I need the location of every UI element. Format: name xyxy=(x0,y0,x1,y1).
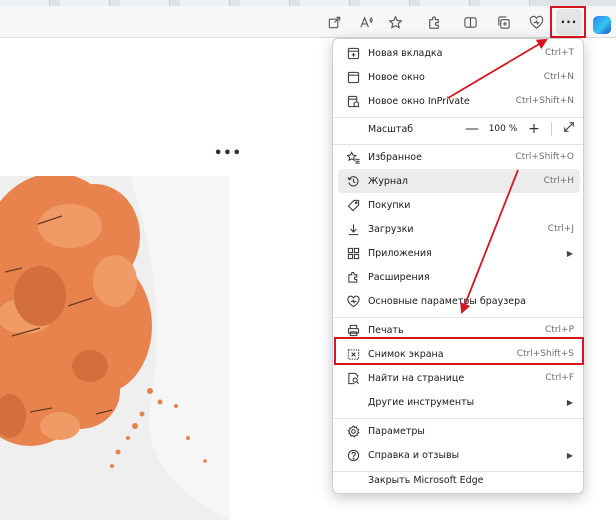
zoom-controls: — 100 % + xyxy=(461,117,580,141)
content-photo xyxy=(0,176,230,520)
new-window-icon xyxy=(338,71,368,84)
zoom-in-button[interactable]: + xyxy=(523,121,545,137)
submenu-arrow-icon: ▶ xyxy=(566,397,573,407)
copilot-icon[interactable] xyxy=(593,16,611,34)
menu-item-browser-essentials[interactable]: Основные параметры браузера xyxy=(338,289,580,313)
extensions-icon xyxy=(338,271,368,284)
favorite-star-icon[interactable] xyxy=(385,12,405,32)
zoom-out-button[interactable]: — xyxy=(461,121,483,137)
menu-item-more-tools[interactable]: Другие инструменты ▶ xyxy=(338,390,580,414)
help-icon xyxy=(338,449,368,462)
shopping-tag-icon xyxy=(338,199,368,212)
printer-icon xyxy=(338,324,368,337)
download-icon xyxy=(338,223,368,236)
menu-item-settings[interactable]: Параметры xyxy=(338,419,580,443)
inprivate-window-icon xyxy=(338,95,368,108)
annotation-highlight-box xyxy=(334,337,584,365)
menu-item-new-tab[interactable]: Новая вкладка Ctrl+T xyxy=(338,41,580,65)
share-icon[interactable] xyxy=(324,12,344,32)
new-tab-icon xyxy=(338,47,368,60)
menu-item-favorites[interactable]: Избранное Ctrl+Shift+O xyxy=(338,145,580,169)
extensions-icon[interactable] xyxy=(424,12,444,32)
menu-item-downloads[interactable]: Загрузки Ctrl+J xyxy=(338,217,580,241)
page-more-options-button[interactable]: ••• xyxy=(214,146,242,161)
read-aloud-icon[interactable] xyxy=(356,12,376,32)
menu-item-find-on-page[interactable]: Найти на странице Ctrl+F xyxy=(338,366,580,390)
split-screen-icon[interactable] xyxy=(460,12,480,32)
menu-item-apps[interactable]: Приложения ▶ xyxy=(338,241,580,265)
submenu-arrow-icon: ▶ xyxy=(566,248,573,258)
menu-item-new-window[interactable]: Новое окно Ctrl+N xyxy=(338,65,580,89)
zoom-divider xyxy=(551,122,552,136)
browser-essentials-icon xyxy=(338,295,368,308)
menu-item-new-inprivate-window[interactable]: Новое окно InPrivate Ctrl+Shift+N xyxy=(338,89,580,113)
fullscreen-icon[interactable] xyxy=(558,121,580,137)
menu-item-history[interactable]: Журнал Ctrl+H xyxy=(338,169,580,193)
browser-essentials-icon[interactable] xyxy=(526,12,546,32)
settings-menu: Новая вкладка Ctrl+T Новое окно Ctrl+N Н… xyxy=(332,38,584,494)
menu-item-extensions[interactable]: Расширения xyxy=(338,265,580,289)
zoom-level: 100 % xyxy=(488,124,518,134)
browser-toolbar: ··· xyxy=(0,6,616,38)
collections-icon[interactable] xyxy=(493,12,513,32)
submenu-arrow-icon: ▶ xyxy=(566,450,573,460)
history-icon xyxy=(338,175,368,188)
menu-item-shopping[interactable]: Покупки xyxy=(338,193,580,217)
find-on-page-icon xyxy=(338,372,368,385)
apps-icon xyxy=(338,247,368,260)
gear-icon xyxy=(338,424,368,438)
menu-item-close-edge[interactable]: Закрыть Microsoft Edge xyxy=(338,468,580,492)
annotation-highlight-box xyxy=(550,6,586,38)
menu-item-help-and-feedback[interactable]: Справка и отзывы ▶ xyxy=(338,443,580,467)
favorites-icon xyxy=(338,150,368,164)
